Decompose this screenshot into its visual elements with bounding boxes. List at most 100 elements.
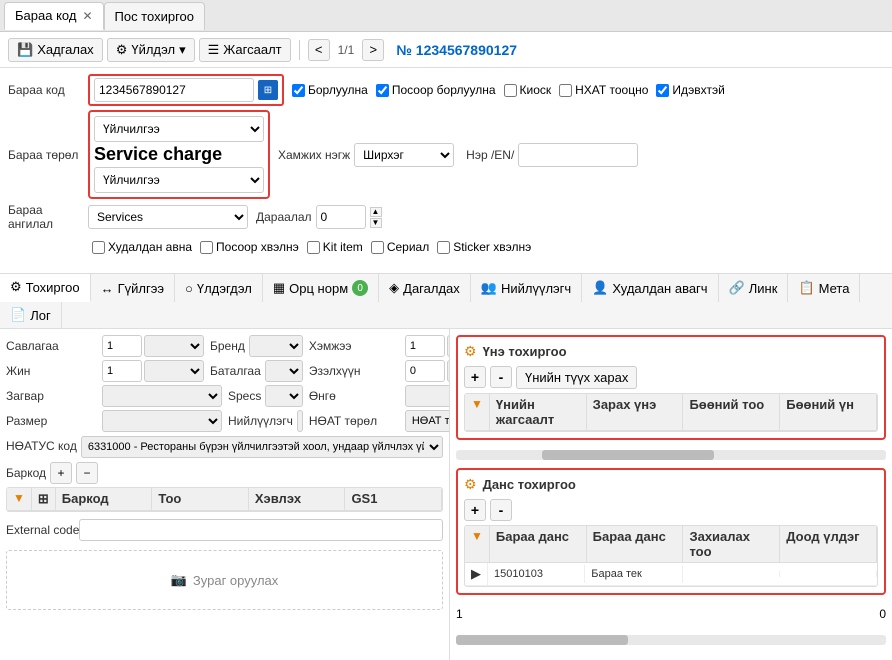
data-section-title: Данс тохиргоо [483,477,576,492]
price-boonil-un-label: Бөөний үн [786,397,854,412]
posoor-checkbox[interactable] [376,84,389,97]
savlagaa-input[interactable] [102,335,142,357]
hemjee-input[interactable] [405,335,445,357]
tab-khudaldanAvagch[interactable]: 👤 Худалдан авагч [582,274,718,302]
savlagaa-unit-select[interactable] [144,335,204,357]
tab-guilgee[interactable]: ↔ Гүйлгээ [91,274,175,302]
niilüülegch-select2[interactable] [297,410,303,432]
external-code-row: External code [6,518,443,542]
log-label: Лог [30,308,51,323]
batalgaa-select[interactable] [265,360,303,382]
baraa-bulg-select[interactable]: Үйлчилгээ [94,167,264,193]
bottom-scroll-thumb[interactable] [456,635,628,645]
idevhtei-checkbox[interactable] [656,84,669,97]
daraalal-input[interactable] [316,205,366,229]
borluulna-checkbox-item: Борлуулна [292,83,368,97]
bottom-scroll-bar[interactable] [456,635,886,645]
ezelhuun-input[interactable] [405,360,445,382]
tab-log[interactable]: 📄 Лог [0,302,62,328]
idevhtei-checkbox-item: Идэвхтэй [656,83,724,97]
kit-item-checkbox[interactable] [307,241,320,254]
data-remove-btn[interactable]: - [490,499,512,521]
daraalal-label: Дараалал [256,210,312,224]
table-row[interactable]: ▶ 15010103 Бараа тек [465,563,877,586]
tab-niilüülegch[interactable]: 👥 Нийлүүлэгч [471,274,582,302]
zagvar-select[interactable] [102,385,222,407]
next-button[interactable]: > [362,39,384,61]
actions-button[interactable]: ⚙ Үйлдэл ▾ [107,38,195,62]
price-add-btn[interactable]: + [464,366,486,388]
tab-meta[interactable]: 📋 Мета [788,274,860,302]
save-button[interactable]: 💾 Хадгалах [8,38,103,62]
tab-pos-tokhirgoo[interactable]: Пос тохиргоо [104,2,206,30]
data-filter-col: ▼ [465,526,490,562]
too-col-header: Тоо [152,488,249,510]
ner-en-input[interactable] [518,143,638,167]
nhvat-checkbox[interactable] [559,84,572,97]
niilüülegch-icon: 👥 [481,280,497,296]
data-filter-icon: ▼ [471,529,483,543]
dagaldakh-icon: ◈ [389,280,399,296]
baraa-angilal-select[interactable]: Services [88,205,248,229]
price-gear-icon: ⚙ [464,343,477,360]
daraalal-up[interactable]: ▲ [370,207,382,217]
kiosk-checkbox[interactable] [504,84,517,97]
razmer-select[interactable] [102,410,222,432]
scroll-thumb[interactable] [542,450,714,460]
posoor-hvelnee-checkbox[interactable] [200,241,213,254]
data-section-header: ⚙ Данс тохиргоо [464,476,878,493]
tab-uldegdel[interactable]: ○ Үлдэгдэл [175,274,263,302]
prev-button[interactable]: < [308,39,330,61]
image-upload-area[interactable]: 📷 Зураг оруулах [6,550,443,610]
content-panels: Савлагаа Бренд Хэмжээ Үйлдвэрлэгч [0,329,892,660]
barcode-col-header: Баркод [56,488,153,510]
onge-select[interactable] [405,385,450,407]
tab-orts-norm[interactable]: ▦ Орц норм 0 [263,274,379,302]
barcode-remove-btn[interactable]: − [76,462,98,484]
specs-select[interactable] [265,385,302,407]
price-zarakh-label: Зарах үнэ [593,397,657,412]
row-expand[interactable]: ▶ [465,563,488,585]
sticker-checkbox[interactable] [437,241,450,254]
tab-baraa-kod-close[interactable]: ✕ [82,9,92,23]
tab-link[interactable]: 🔗 Линк [719,274,789,302]
baraa-torol-select[interactable]: Үйлчилгээ [94,116,264,142]
barcode-add-btn[interactable]: + [50,462,72,484]
baraa-angilal-label: Бараа ангилал [8,203,88,231]
price-remove-btn[interactable]: - [490,366,512,388]
form-area: Бараа код ⊞ Борлуулна Посоор борлуулна [0,68,892,274]
data-gear-icon: ⚙ [464,476,477,493]
barcode-table: ▼ ⊞ Баркод Тоо Хэвлэх [6,487,443,512]
external-code-input[interactable] [79,519,443,541]
serial-checkbox[interactable] [371,241,384,254]
borluulna-checkbox[interactable] [292,84,305,97]
nhvat-torol-select[interactable]: НӨАТ тооцно (1) [405,410,450,432]
nhvat-checkbox-item: НХАТ тооцно [559,83,648,97]
price-history-btn[interactable]: Үнийн түүх харах [516,366,637,389]
brend-select[interactable] [249,335,303,357]
nhvat-kod-select[interactable]: 6331000 - Рестораны бүрэн үйлчилгээтэй х… [81,436,443,458]
data-action-btns: + - [464,499,878,521]
tab-dagaldakh[interactable]: ◈ Дагалдах [379,274,471,302]
barcode-icon-col: ⊞ [32,488,56,510]
next-icon: > [370,42,378,57]
tab-tokhirgoo[interactable]: ⚙ Тохиргоо [0,274,91,302]
field-grid: Савлагаа Бренд Хэмжээ Үйлдвэрлэгч [6,335,443,432]
toolbar-divider [299,40,300,60]
price-jagshalt-col: Үнийн жагсаалт [490,394,587,430]
tab-baraa-kod[interactable]: Бараа код ✕ [4,2,104,30]
jin-input[interactable] [102,360,142,382]
kiosk-label: Киоск [520,83,552,97]
daraalal-down[interactable]: ▼ [370,218,382,228]
data-table-header: ▼ Бараа данс Бараа данс Захиалах тоо Доо [465,526,877,563]
baraa-angilal-row: Бараа ангилал Services Дараалал ▲ ▼ [8,203,884,231]
external-code-label: External code [6,523,79,537]
baraa-kod-input[interactable] [94,78,254,102]
tab-bar: Бараа код ✕ Пос тохиргоо [0,0,892,32]
jin-unit-select[interactable] [144,360,204,382]
hamjih-neg-select[interactable]: Ширхэг [354,143,454,167]
scroll-bar-h[interactable] [456,450,886,460]
data-add-btn[interactable]: + [464,499,486,521]
khudaldanAvna-checkbox[interactable] [92,241,105,254]
schedule-button[interactable]: ☰ Жагсаалт [199,38,291,62]
